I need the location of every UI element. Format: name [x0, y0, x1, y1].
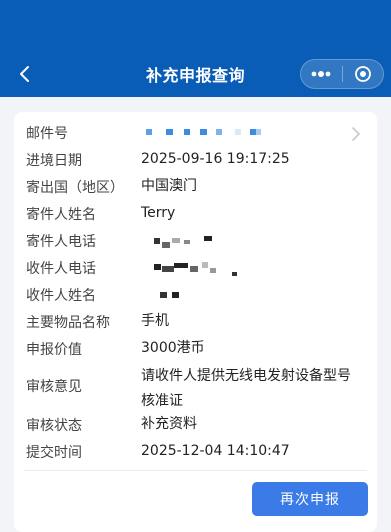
- close-button[interactable]: [343, 60, 384, 88]
- sender-phone-label: 寄件人电话: [26, 234, 96, 250]
- app-screen: 补充申报查询 邮件号 进境日期 2025-09-16 19:17:25 寄出国（…: [0, 0, 391, 532]
- origin-country-label: 寄出国（地区）: [26, 180, 124, 196]
- review-status-value: 补充资料: [141, 416, 197, 432]
- entry-date-value: 2025-09-16 19:17:25: [141, 151, 290, 167]
- tracking-number-label: 邮件号: [26, 126, 68, 142]
- recipient-name-value: [160, 290, 190, 300]
- declared-value-value: 3000港币: [141, 340, 205, 356]
- more-dots-icon: [311, 71, 331, 77]
- header-bar: 补充申报查询: [0, 0, 391, 97]
- submit-time-label: 提交时间: [26, 445, 82, 461]
- chevron-right-icon[interactable]: [351, 126, 361, 142]
- target-circle-icon: [354, 66, 371, 82]
- submit-time-value: 2025-12-04 14:10:47: [141, 443, 290, 459]
- review-status-label: 审核状态: [26, 418, 82, 434]
- mini-program-capsule: [300, 59, 384, 89]
- divider: [24, 470, 367, 471]
- tracking-number-value: [146, 129, 266, 139]
- declared-value-label: 申报价值: [26, 342, 82, 358]
- review-comment-label: 审核意见: [26, 379, 82, 395]
- origin-country-value: 中国澳门: [141, 178, 197, 194]
- sender-name-value: Terry: [141, 205, 176, 221]
- recipient-name-label: 收件人姓名: [26, 288, 96, 304]
- item-name-value: 手机: [141, 313, 169, 329]
- resubmit-button[interactable]: 再次申报: [252, 482, 368, 516]
- sender-name-label: 寄件人姓名: [26, 207, 96, 223]
- review-comment-value: 请收件人提供无线电发射设备型号核准证: [141, 368, 351, 409]
- item-name-label: 主要物品名称: [26, 315, 110, 331]
- entry-date-label: 进境日期: [26, 153, 82, 169]
- declaration-card: 邮件号 进境日期 2025-09-16 19:17:25 寄出国（地区） 中国澳…: [14, 112, 377, 532]
- sender-phone-value: [154, 234, 224, 250]
- recipient-phone-value: [154, 260, 244, 280]
- recipient-phone-label: 收件人电话: [26, 261, 96, 277]
- more-button[interactable]: [301, 60, 342, 88]
